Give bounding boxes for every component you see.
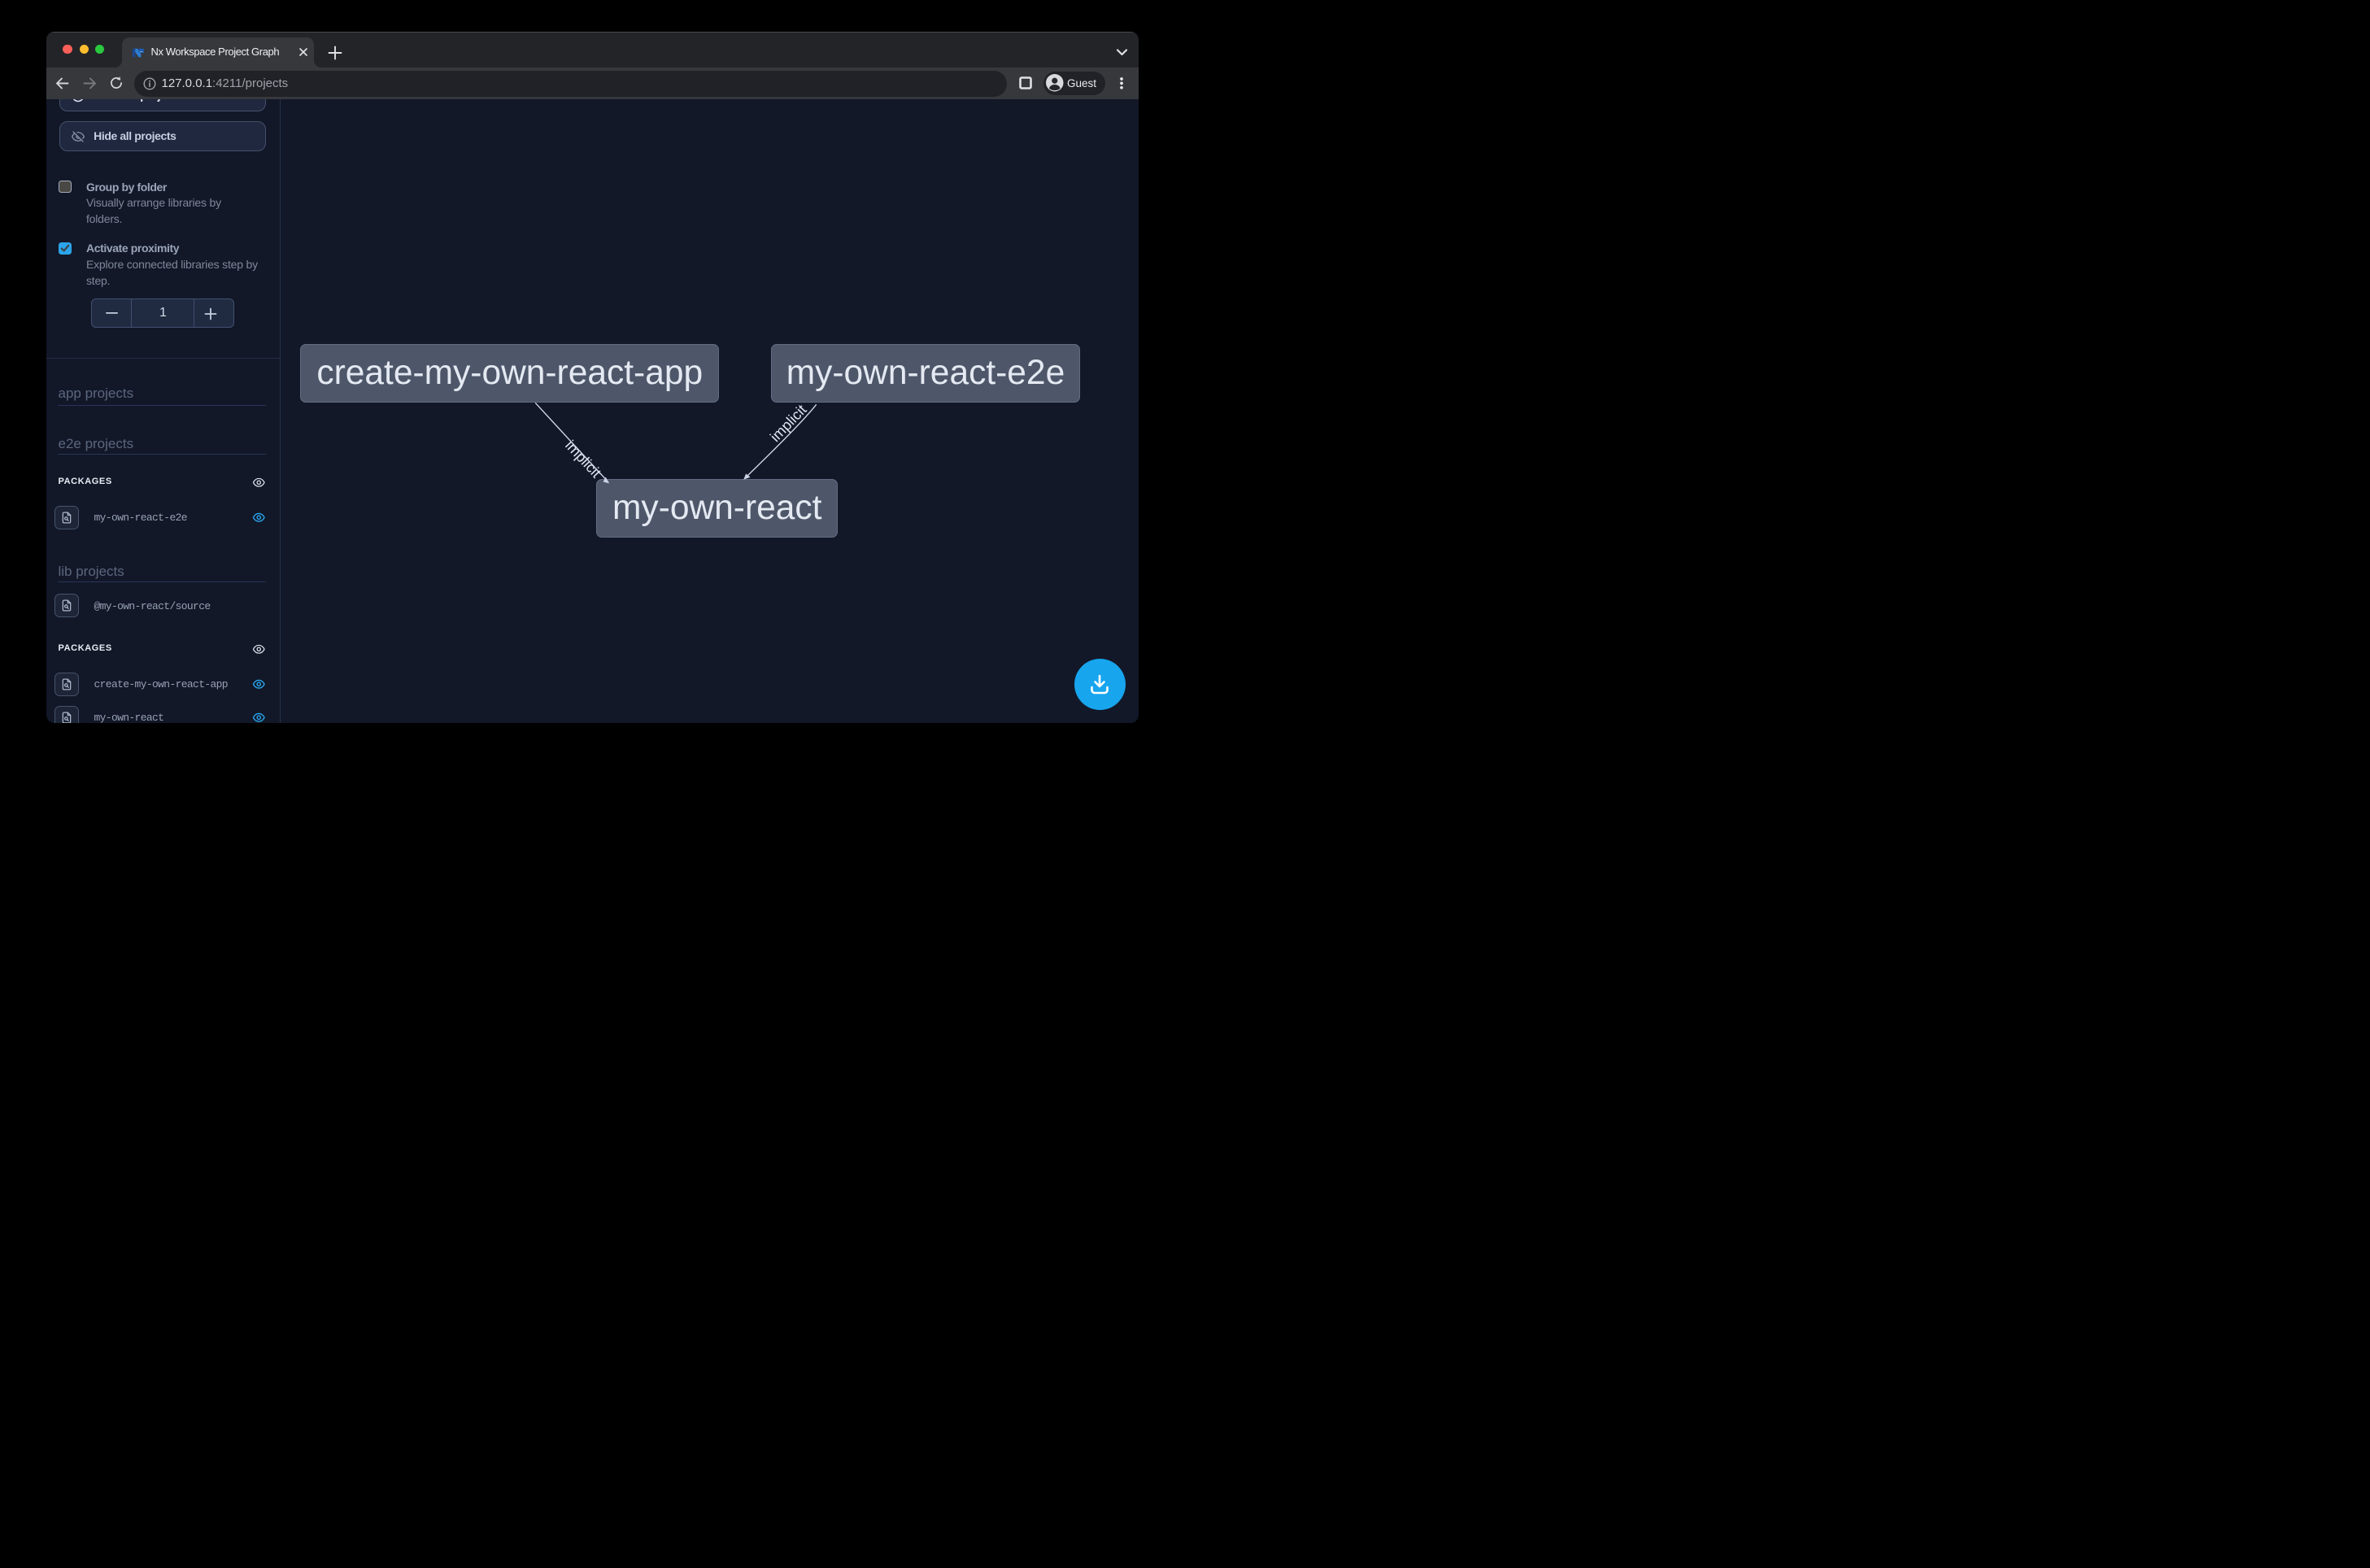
svg-text:implicit: implicit xyxy=(767,401,810,444)
svg-text:implicit: implicit xyxy=(562,437,604,481)
